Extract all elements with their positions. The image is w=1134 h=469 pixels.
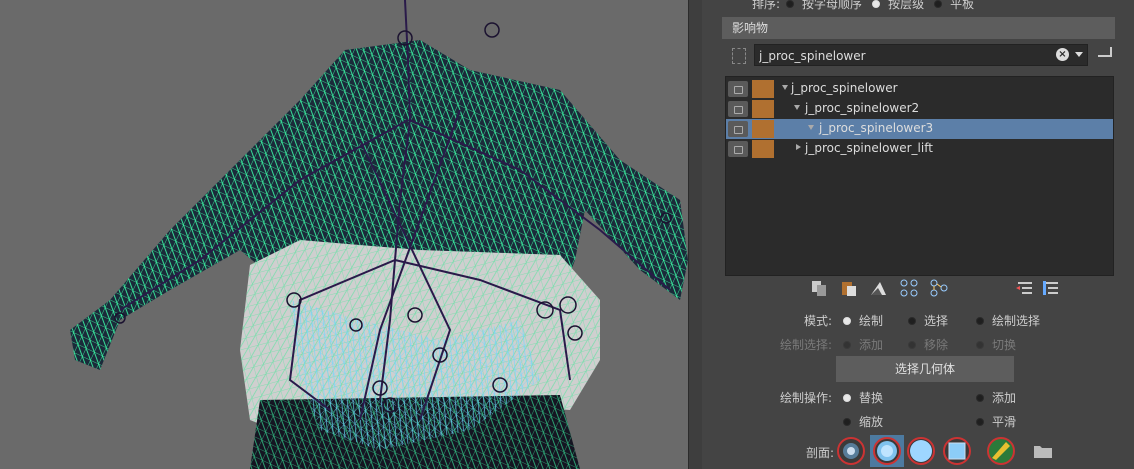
mode-paint-select-label: 绘制选择 bbox=[992, 314, 1041, 328]
paint-op-smooth-label: 平滑 bbox=[992, 415, 1017, 429]
paint-op-scale-radio[interactable] bbox=[843, 417, 851, 426]
joint-select-icon[interactable] bbox=[928, 278, 950, 298]
color-swatch[interactable] bbox=[752, 80, 774, 98]
tree-item-label: j_proc_spinelower_lift bbox=[805, 141, 933, 155]
paint-select-add-label: 添加 bbox=[859, 338, 884, 352]
mode-paint-radio[interactable] bbox=[843, 316, 851, 325]
sort-alpha-radio[interactable] bbox=[786, 0, 795, 8]
soft-brush-icon[interactable] bbox=[870, 435, 904, 467]
tree-row-selected[interactable]: j_proc_spinelower3 bbox=[726, 119, 1113, 139]
paint-select-label: 绘制选择: bbox=[779, 338, 832, 352]
sort-row: 排序: 按字母顺序 按层级 平板 bbox=[752, 0, 974, 12]
paint-op-scale-label: 缩放 bbox=[859, 415, 884, 429]
paste-weights-icon[interactable] bbox=[838, 278, 860, 298]
sort-label: 排序: bbox=[752, 0, 781, 11]
profile-label-wrap: 剖面: bbox=[702, 444, 834, 461]
pin-icon[interactable] bbox=[1098, 47, 1112, 57]
paint-op-replace-option[interactable]: 替换 bbox=[843, 389, 883, 406]
profile-label: 剖面: bbox=[805, 446, 834, 460]
sort-hierarchy-radio[interactable] bbox=[872, 0, 881, 8]
paint-select-add-option[interactable]: 添加 bbox=[843, 336, 883, 353]
paint-op-add-radio[interactable] bbox=[976, 393, 984, 402]
expand-arrow-icon[interactable] bbox=[782, 85, 788, 90]
joint-hierarchy-icon[interactable] bbox=[898, 278, 920, 298]
paint-select-add-radio[interactable] bbox=[843, 340, 851, 349]
mode-paint-select-radio[interactable] bbox=[976, 316, 984, 325]
paint-op-add-label: 添加 bbox=[992, 391, 1017, 405]
lock-icon[interactable] bbox=[728, 81, 748, 97]
mode-label-wrap: 模式: bbox=[702, 312, 832, 329]
sort-flat-label: 平板 bbox=[950, 0, 975, 11]
solid-brush-icon[interactable] bbox=[906, 435, 936, 467]
sort-flat-radio[interactable] bbox=[934, 0, 943, 8]
list-left-icon[interactable] bbox=[1014, 278, 1036, 298]
lock-icon[interactable] bbox=[728, 121, 748, 137]
lock-icon[interactable] bbox=[728, 101, 748, 117]
tree-item-label: j_proc_spinelower bbox=[791, 81, 898, 95]
tree-row[interactable]: j_proc_spinelower_lift bbox=[726, 139, 1113, 159]
clear-search-icon[interactable]: × bbox=[1056, 48, 1069, 61]
influence-search-field[interactable]: × bbox=[754, 44, 1088, 66]
paint-op-smooth-option[interactable]: 平滑 bbox=[976, 413, 1016, 430]
influences-header[interactable]: 影响物 bbox=[722, 17, 1115, 39]
tree-row[interactable]: j_proc_spinelower2 bbox=[726, 99, 1113, 119]
tree-item-label: j_proc_spinelower3 bbox=[819, 121, 934, 135]
filter-icon[interactable] bbox=[732, 48, 746, 64]
color-swatch[interactable] bbox=[752, 120, 774, 138]
paint-select-toggle-label: 切换 bbox=[992, 338, 1017, 352]
paint-select-toggle-option[interactable]: 切换 bbox=[976, 336, 1016, 353]
folder-icon[interactable] bbox=[1028, 435, 1058, 467]
paint-op-scale-option[interactable]: 缩放 bbox=[843, 413, 883, 430]
color-swatch[interactable] bbox=[752, 140, 774, 158]
copy-weights-icon[interactable] bbox=[808, 278, 830, 298]
tree-item-label: j_proc_spinelower2 bbox=[805, 101, 920, 115]
list-right-icon[interactable] bbox=[1040, 278, 1062, 298]
gaussian-brush-icon[interactable] bbox=[836, 435, 866, 467]
panel-splitter[interactable] bbox=[688, 0, 703, 469]
sort-alpha-label: 按字母顺序 bbox=[802, 0, 863, 11]
3d-viewport[interactable] bbox=[0, 0, 688, 469]
paint-select-remove-label: 移除 bbox=[924, 338, 949, 352]
paint-select-remove-option[interactable]: 移除 bbox=[908, 336, 948, 353]
sort-hierarchy-label: 按层级 bbox=[888, 0, 925, 11]
paint-op-label: 绘制操作: bbox=[779, 391, 832, 405]
paint-op-replace-radio[interactable] bbox=[843, 393, 851, 402]
paint-op-replace-label: 替换 bbox=[859, 391, 884, 405]
expand-arrow-icon[interactable] bbox=[808, 125, 814, 130]
mode-paint-select-option[interactable]: 绘制选择 bbox=[976, 312, 1040, 329]
mode-select-label: 选择 bbox=[924, 314, 949, 328]
tree-row[interactable]: j_proc_spinelower bbox=[726, 79, 1113, 99]
search-dropdown-icon[interactable] bbox=[1075, 52, 1083, 57]
select-geometry-button[interactable]: 选择几何体 bbox=[836, 356, 1014, 382]
prune-icon[interactable] bbox=[868, 278, 890, 298]
paint-select-label-wrap: 绘制选择: bbox=[702, 336, 832, 353]
mode-paint-label: 绘制 bbox=[859, 314, 884, 328]
paint-op-add-option[interactable]: 添加 bbox=[976, 389, 1016, 406]
square-brush-icon[interactable] bbox=[942, 435, 972, 467]
mode-select-radio[interactable] bbox=[908, 316, 916, 325]
color-swatch[interactable] bbox=[752, 100, 774, 118]
influence-tree[interactable]: j_proc_spinelower j_proc_spinelower2 j_p… bbox=[725, 76, 1114, 276]
paint-select-remove-radio[interactable] bbox=[908, 340, 916, 349]
paint-op-smooth-radio[interactable] bbox=[976, 417, 984, 426]
image-brush-icon[interactable] bbox=[986, 435, 1016, 467]
paint-weights-panel: 排序: 按字母顺序 按层级 平板 影响物 × j_proc_spinelower… bbox=[702, 0, 1134, 469]
paint-select-toggle-radio[interactable] bbox=[976, 340, 984, 349]
expand-arrow-icon[interactable] bbox=[794, 105, 800, 110]
mode-label: 模式: bbox=[803, 314, 832, 328]
influence-search-input[interactable] bbox=[757, 46, 1051, 66]
mode-paint-option[interactable]: 绘制 bbox=[843, 312, 883, 329]
lock-icon[interactable] bbox=[728, 141, 748, 157]
wireframe-character bbox=[70, 0, 688, 469]
mode-select-option[interactable]: 选择 bbox=[908, 312, 948, 329]
paint-op-label-wrap: 绘制操作: bbox=[702, 389, 832, 406]
collapse-arrow-icon[interactable] bbox=[796, 144, 801, 150]
